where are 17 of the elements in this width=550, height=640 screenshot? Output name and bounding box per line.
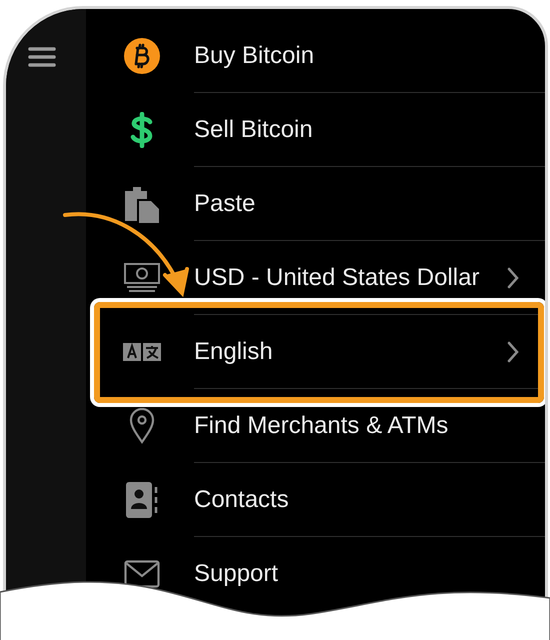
dollar-icon: [129, 112, 155, 148]
envelope-icon: [124, 560, 160, 588]
menu-item[interactable]: USD - United States Dollar: [194, 260, 480, 296]
menu-item[interactable]: English: [194, 334, 273, 370]
menu-item[interactable]: Sell Bitcoin: [194, 112, 313, 148]
menu-item[interactable]: Buy Bitcoin: [194, 38, 314, 74]
bitcoin-icon: [124, 38, 160, 74]
menu-icon[interactable]: [28, 47, 56, 67]
menu-item[interactable]: Paste: [194, 186, 256, 222]
menu-item[interactable]: Support: [194, 556, 278, 592]
menu-item[interactable]: Find Merchants & ATMs: [194, 408, 448, 444]
translate-icon: [123, 343, 161, 361]
clipboard-icon: [123, 185, 161, 223]
menu-item[interactable]: Contacts: [194, 482, 289, 518]
cash-icon: [124, 263, 160, 293]
contact-book-icon: [125, 481, 159, 519]
location-pin-icon: [129, 408, 155, 444]
